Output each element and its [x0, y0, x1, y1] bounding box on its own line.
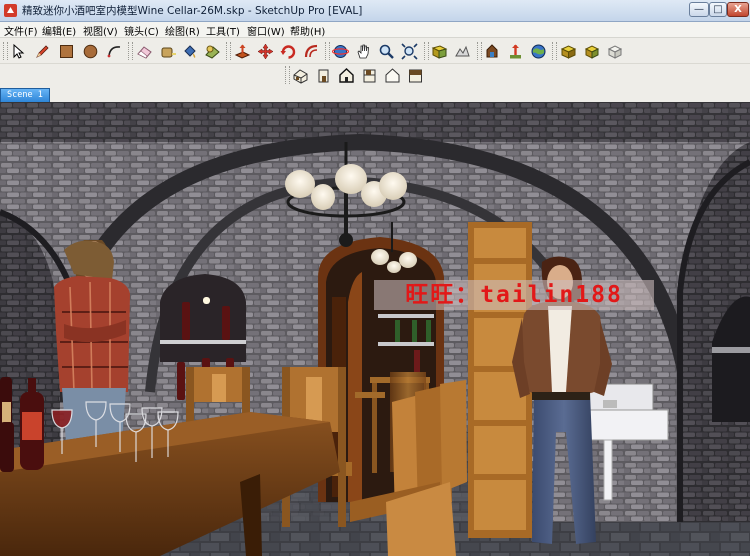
tape-measure-icon[interactable] [158, 41, 178, 61]
paint-bucket-icon[interactable] [180, 41, 200, 61]
menu-file[interactable]: 文件(F) [4, 23, 38, 38]
orbit-icon[interactable] [330, 41, 350, 61]
offset-icon[interactable] [301, 41, 321, 61]
top-view-icon[interactable] [336, 65, 356, 85]
views-toolbar [0, 64, 750, 86]
circle-icon[interactable] [80, 41, 100, 61]
iso-view-icon[interactable] [290, 65, 310, 85]
menu-edit[interactable]: 编辑(E) [42, 23, 76, 38]
paint-component-icon[interactable] [202, 41, 222, 61]
menu-view[interactable]: 视图(V) [83, 23, 118, 38]
share-component-icon[interactable] [604, 41, 624, 61]
zoom-icon[interactable] [376, 41, 396, 61]
menu-tools[interactable]: 工具(T) [206, 23, 240, 38]
wine-cellar-render [0, 102, 750, 556]
menu-bar: 文件(F) 编辑(E) 视图(V) 镜头(C) 绘图(R) 工具(T) 窗口(W… [0, 22, 750, 38]
watermark-overlay: 旺旺：tailin188 [374, 280, 654, 310]
google-earth-icon[interactable] [528, 41, 548, 61]
menu-camera[interactable]: 镜头(C) [124, 23, 159, 38]
move-icon[interactable] [255, 41, 275, 61]
warehouse-icon[interactable] [482, 41, 502, 61]
add-location-icon[interactable] [429, 41, 449, 61]
back-view-icon[interactable] [382, 65, 402, 85]
toolbar-grip[interactable] [552, 42, 557, 60]
get-models-icon[interactable] [581, 41, 601, 61]
pan-icon[interactable] [353, 41, 373, 61]
toolbar-grip[interactable] [226, 42, 231, 60]
share-model-icon[interactable] [505, 41, 525, 61]
close-button[interactable]: X [727, 2, 749, 17]
scene-tab-strip: Scene 1 [0, 86, 750, 102]
main-toolbar [0, 38, 750, 64]
terrain-icon[interactable] [452, 41, 472, 61]
push-pull-icon[interactable] [232, 41, 252, 61]
sketchup-app-icon [4, 4, 17, 17]
left-view-icon[interactable] [405, 65, 425, 85]
minimize-button[interactable]: — [689, 2, 709, 17]
right-view-icon[interactable] [359, 65, 379, 85]
arc-icon[interactable] [104, 41, 124, 61]
component-icon[interactable] [558, 41, 578, 61]
pencil-icon[interactable] [32, 41, 52, 61]
select-icon[interactable] [8, 41, 28, 61]
title-bar: 精致迷你小酒吧室内模型Wine Cellar-26M.skp - SketchU… [0, 0, 750, 22]
zoom-extents-icon[interactable] [399, 41, 419, 61]
window-title: 精致迷你小酒吧室内模型Wine Cellar-26M.skp - SketchU… [22, 5, 363, 17]
maximize-button[interactable]: □ [709, 2, 727, 17]
front-view-icon[interactable] [313, 65, 333, 85]
model-viewport[interactable]: 旺旺：tailin188 [0, 102, 750, 556]
eraser-icon[interactable] [134, 41, 154, 61]
toolbar-grip[interactable] [128, 42, 133, 60]
menu-draw[interactable]: 绘图(R) [165, 23, 200, 38]
tab-scene-1[interactable]: Scene 1 [0, 88, 50, 102]
menu-help[interactable]: 帮助(H) [290, 23, 325, 38]
rectangle-icon[interactable] [56, 41, 76, 61]
rotate-icon[interactable] [278, 41, 298, 61]
menu-window[interactable]: 窗口(W) [247, 23, 285, 38]
